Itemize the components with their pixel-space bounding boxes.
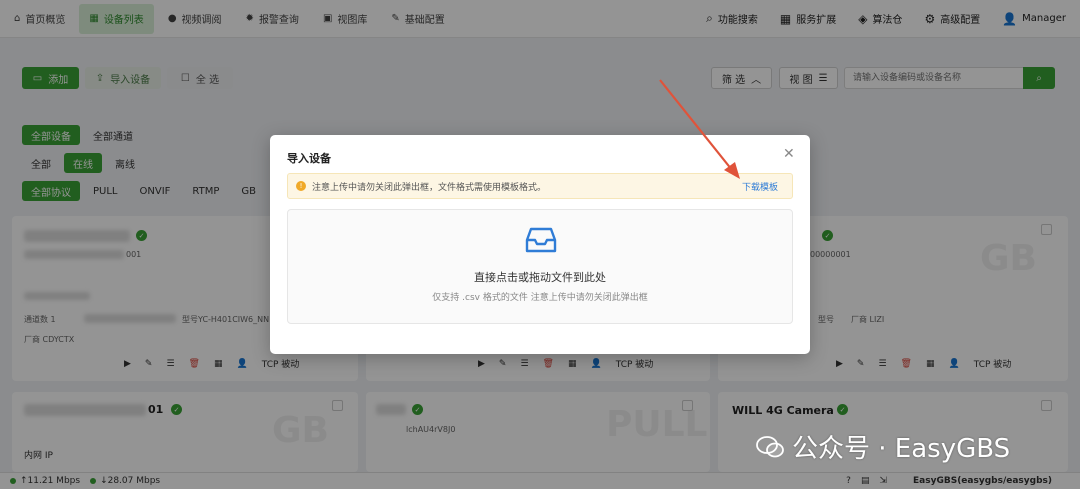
watermark-text: 公众号 · EasyGBS xyxy=(792,434,1011,464)
warning-alert: ! 注意上传中请勿关闭此弹出框，文件格式需使用模板格式。 下载模板 xyxy=(287,173,793,199)
download-template-link[interactable]: 下载模板 xyxy=(742,180,778,193)
file-dropzone[interactable]: 直接点击或拖动文件到此处 仅支持 .csv 格式的文件 注意上传中请勿关闭此弹出… xyxy=(287,209,793,324)
inbox-icon xyxy=(525,227,557,253)
dialog-title: 导入设备 xyxy=(287,152,331,165)
close-icon[interactable]: ✕ xyxy=(783,146,795,162)
wechat-watermark: 公众号 · EasyGBS xyxy=(756,428,1010,465)
warning-icon: ! xyxy=(296,181,306,191)
dropzone-hint-text: 仅支持 .csv 格式的文件 注意上传中请勿关闭此弹出框 xyxy=(432,293,648,303)
import-device-dialog: 导入设备 ✕ ! 注意上传中请勿关闭此弹出框，文件格式需使用模板格式。 下载模板… xyxy=(270,135,810,354)
wechat-icon xyxy=(756,435,784,457)
alert-text: 注意上传中请勿关闭此弹出框，文件格式需使用模板格式。 xyxy=(312,182,547,193)
dropzone-main-text: 直接点击或拖动文件到此处 xyxy=(474,271,606,284)
